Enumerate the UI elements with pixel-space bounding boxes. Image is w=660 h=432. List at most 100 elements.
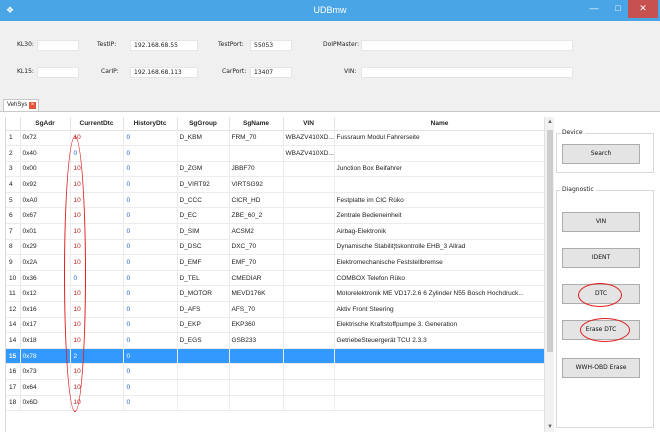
table-cell [334,176,546,193]
diagnostic-legend: Diagnostic [560,186,596,193]
table-cell: 11 [6,285,21,303]
table-row[interactable]: 15 0x78 2 0 [6,348,546,365]
vin-label: VIN: [344,68,357,75]
table-row[interactable]: 18 0x6D 10 0 [6,395,546,412]
table-row[interactable]: 12 0x16 10 0 D_AFS AFS_70 Aktiv Front Steering [6,301,546,318]
table-cell: D_ZGM [177,161,230,178]
vin-field[interactable] [361,67,573,78]
table-cell: Elektrische Kraftstoffpumpe 3. Generatio… [334,317,546,334]
column-header[interactable]: VIN [283,117,335,131]
table-row[interactable]: 1 0x72 10 0 D_KBM FRM_70 WBAZV410XD... Fussraum… [6,130,546,147]
table-cell: 0 [123,176,178,193]
testip-field[interactable]: 192.168.68.55 [130,40,198,51]
testip-label: TestIP: [97,41,117,48]
testport-field[interactable]: 55053 [250,40,292,51]
scroll-thumb[interactable] [547,130,553,352]
table-cell: 0 [123,254,178,271]
maximize-button[interactable]: □ [606,0,630,18]
table-cell: 0 [123,395,178,412]
table-cell: 7 [6,223,21,240]
carip-field[interactable]: 192.168.68.113 [130,67,198,78]
column-header[interactable]: HistoryDtc [123,117,178,131]
wwh-obd-erase-button[interactable]: WWH-OBD Erase [562,358,640,378]
table-row[interactable]: 14 0x18 10 0 D_EGS GSB233 GetriebeSteuergerät … [6,332,546,349]
table-cell: 0 [123,145,178,162]
table-row[interactable]: 6 0x67 10 0 D_EC ZBE_60_2 Zentrale Bedieneinhe… [6,207,546,225]
table-cell: 14 [6,317,21,334]
ecu-table: SgAdr CurrentDtc HistoryDtc SgGroup SgName VI… [5,117,554,432]
table-cell [283,285,335,303]
table-cell: 0 [123,317,178,334]
column-header[interactable]: SgGroup [177,117,230,131]
table-cell: CMEDIAR [229,270,284,287]
table-cell: COMBOX Telefon Rüko [334,270,546,287]
table-cell: 0x6D [20,395,71,412]
tab-vehsys[interactable]: VehSys × [3,99,39,111]
table-row[interactable]: 9 0x2A 10 0 D_EMF EMF_70 Elektromechanische Fe… [6,254,546,271]
table-cell [334,395,546,412]
table-cell [229,348,284,365]
tab-close-icon[interactable]: × [29,102,36,109]
table-row[interactable]: 16 0x73 10 0 [6,363,546,380]
table-cell: GSB233 [229,332,284,349]
table-cell [283,395,335,412]
table-cell [229,395,284,412]
table-cell: Airbag-Elektronik [334,223,546,240]
table-row[interactable]: 2 0x40 0 0 WBAZV410XD... [6,145,546,162]
table-scrollbar[interactable]: ▲ ▼ [544,117,554,432]
table-cell: Festplatte im CIC Rüko [334,192,546,209]
table-cell: 0 [123,207,178,225]
table-cell: 2 [6,145,21,162]
kl30-field[interactable] [37,40,79,51]
table-row[interactable]: 4 0x92 10 0 D_VIRT92 VIRTSG92 [6,176,546,193]
table-cell [283,176,335,193]
scroll-up-icon[interactable]: ▲ [545,117,555,127]
vin-button[interactable]: VIN [562,212,640,232]
table-cell: Fussraum Modul Fahrerseite [334,130,546,147]
column-header[interactable]: SgAdr [20,117,71,131]
table-cell [334,379,546,396]
table-cell: 0 [123,192,178,209]
table-cell [177,145,230,162]
column-header[interactable]: CurrentDtc [70,117,124,131]
column-header[interactable] [6,117,21,131]
table-cell: 0x16 [20,301,71,318]
minimize-button[interactable]: — [582,0,606,18]
column-header[interactable]: Name [334,117,546,131]
table-row[interactable]: 5 0xA0 10 0 D_CCC CICR_HD Festplatte im CIC Rü… [6,192,546,209]
ident-button[interactable]: IDENT [562,248,640,268]
table-row[interactable]: 7 0x01 10 0 D_SIM ACSM2 Airbag-Elektronik [6,223,546,240]
table-row[interactable]: 10 0x36 0 0 D_TEL CMEDIAR COMBOX Telefon Rüko [6,270,546,287]
table-cell [229,379,284,396]
scroll-down-icon[interactable]: ▼ [545,422,555,432]
table-cell: 16 [6,363,21,380]
table-cell [283,254,335,271]
table-cell [283,207,335,225]
table-cell: D_TEL [177,270,230,287]
table-cell [283,301,335,318]
table-cell: MEVD176K [229,285,284,303]
column-header[interactable]: SgName [229,117,284,131]
table-cell: CICR_HD [229,192,284,209]
carport-field[interactable]: 13407 [250,67,292,78]
table-row[interactable]: 8 0x29 10 0 D_DSC DXC_70 Dynamische Stabilit¦t… [6,239,546,256]
table-row[interactable]: 11 0x12 10 0 D_MOTOR MEVD176K Motorelektronik … [6,285,546,303]
doipmaster-field[interactable] [361,40,573,51]
table-cell [229,363,284,380]
table-cell [283,192,335,209]
device-legend: Device [560,129,585,136]
table-cell: 0x2A [20,254,71,271]
kl15-field[interactable] [37,67,79,78]
table-cell: AFS_70 [229,301,284,318]
table-cell: 0x64 [20,379,71,396]
table-cell: 0x18 [20,332,71,349]
table-cell [283,239,335,256]
search-button[interactable]: Search [562,144,640,164]
table-cell: 0x72 [20,130,71,147]
table-row[interactable]: 17 0x64 10 0 [6,379,546,396]
table-row[interactable]: 14 0x17 10 0 D_EKP EKP360 Elektrische Kraftsto… [6,317,546,334]
table-cell [177,363,230,380]
table-cell: 0xA0 [20,192,71,209]
close-button[interactable]: ✕ [628,0,658,18]
table-row[interactable]: 3 0x00 10 0 D_ZGM JBBF70 Junction Box Beifahre… [6,161,546,178]
